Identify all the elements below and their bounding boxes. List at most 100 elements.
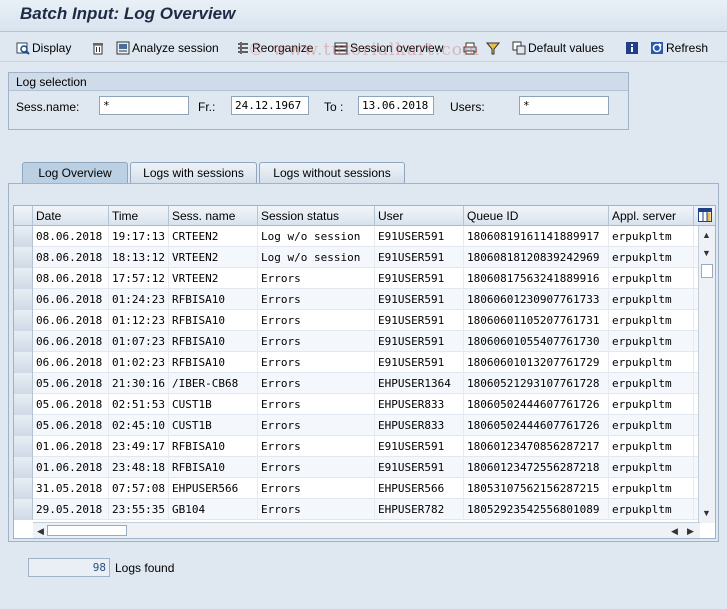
table-row[interactable]: 08.06.2018 19:17:13 CRTEEN2 Log w/o session…	[14, 226, 715, 247]
scroll-up-icon[interactable]: ▲	[699, 228, 714, 242]
sess-name-input[interactable]: *	[99, 96, 189, 115]
row-selector[interactable]	[14, 436, 33, 457]
column-header-user[interactable]: User	[375, 206, 464, 226]
row-selector[interactable]	[14, 373, 33, 394]
table-cell: EHPUSER833	[375, 415, 464, 436]
row-selector[interactable]	[14, 289, 33, 310]
table-cell: RFBISA10	[169, 352, 258, 373]
table-cell: erpukpltm	[609, 268, 694, 289]
to-date-input[interactable]: 13.06.2018	[358, 96, 434, 115]
table-row[interactable]: 05.06.2018 02:51:53 CUST1B Errors EHPUSER833…	[14, 394, 715, 415]
row-selector[interactable]	[14, 352, 33, 373]
row-selector[interactable]	[14, 394, 33, 415]
table-cell: 05.06.2018	[33, 373, 109, 394]
table-cell: EHPUSER833	[375, 394, 464, 415]
column-header-queue-id[interactable]: Queue ID	[464, 206, 609, 226]
table-cell: 01:24:23	[109, 289, 169, 310]
table-cell: Errors	[258, 457, 375, 478]
table-cell: 23:49:17	[109, 436, 169, 457]
refresh-button[interactable]: Refresh	[650, 38, 708, 57]
table-cell: CUST1B	[169, 415, 258, 436]
row-selector[interactable]	[14, 499, 33, 520]
table-cell: erpukpltm	[609, 499, 694, 520]
table-cell: 17:57:12	[109, 268, 169, 289]
horizontal-scroll-thumb[interactable]	[47, 525, 127, 536]
table-row[interactable]: 29.05.2018 23:55:35 GB104 Errors EHPUSER782 1…	[14, 499, 715, 520]
table-cell: erpukpltm	[609, 310, 694, 331]
table-row[interactable]: 01.06.2018 23:48:18 RFBISA10 Errors E91USER5…	[14, 457, 715, 478]
table-cell: 18060601230907761733	[464, 289, 609, 310]
column-header-date[interactable]: Date	[33, 206, 109, 226]
delete-button[interactable]	[91, 38, 107, 57]
table-cell: 18060521293107761728	[464, 373, 609, 394]
table-row[interactable]: 06.06.2018 01:12:23 RFBISA10 Errors E91USER5…	[14, 310, 715, 331]
scroll-right-icon[interactable]: ▶	[683, 524, 698, 538]
row-selector[interactable]	[14, 478, 33, 499]
users-input[interactable]: *	[519, 96, 609, 115]
table-cell: 06.06.2018	[33, 352, 109, 373]
table-row[interactable]: 06.06.2018 01:02:23 RFBISA10 Errors E91USER5…	[14, 352, 715, 373]
select-all-corner[interactable]	[14, 206, 33, 226]
table-row[interactable]: 05.06.2018 02:45:10 CUST1B Errors EHPUSER833…	[14, 415, 715, 436]
table-cell: Log w/o session	[258, 226, 375, 247]
row-selector[interactable]	[14, 310, 33, 331]
table-row[interactable]: 06.06.2018 01:24:23 RFBISA10 Errors E91USER5…	[14, 289, 715, 310]
table-cell: 18060601105207761731	[464, 310, 609, 331]
table-cell: 18060502444607761726	[464, 415, 609, 436]
vertical-scrollbar[interactable]: ▲ ▼ ▼	[698, 226, 715, 523]
table-cell: Errors	[258, 436, 375, 457]
layout-settings-button[interactable]	[694, 206, 715, 226]
row-selector[interactable]	[14, 247, 33, 268]
tab-logs-without-sessions[interactable]: Logs without sessions	[259, 162, 405, 183]
from-date-input[interactable]: 24.12.1967	[231, 96, 309, 115]
printer-icon	[463, 42, 477, 54]
row-selector[interactable]	[14, 415, 33, 436]
tab-log-overview[interactable]: Log Overview	[22, 162, 128, 184]
table-cell: 06.06.2018	[33, 289, 109, 310]
table-row[interactable]: 01.06.2018 23:49:17 RFBISA10 Errors E91USER5…	[14, 436, 715, 457]
row-selector[interactable]	[14, 331, 33, 352]
magnifier-icon	[16, 42, 30, 55]
info-icon	[626, 41, 638, 54]
scroll-left-step-icon[interactable]: ◀	[667, 524, 682, 538]
table-cell: CUST1B	[169, 394, 258, 415]
scroll-down-icon[interactable]: ▼	[699, 506, 714, 520]
table-row[interactable]: 31.05.2018 07:57:08 EHPUSER566 Errors EHPUSE…	[14, 478, 715, 499]
column-header-sess-name[interactable]: Sess. name	[169, 206, 258, 226]
table-cell: RFBISA10	[169, 331, 258, 352]
table-cell: 18060502444607761726	[464, 394, 609, 415]
vertical-scroll-thumb[interactable]	[701, 264, 713, 278]
table-row[interactable]: 05.06.2018 21:30:16/IBER-CB68 Errors EHPUSE…	[14, 373, 715, 394]
table-cell: Errors	[258, 478, 375, 499]
table-cell: 18060123472556287218	[464, 457, 609, 478]
display-button[interactable]: Display	[16, 38, 71, 57]
default-values-button[interactable]: Default values	[512, 38, 604, 57]
horizontal-scrollbar[interactable]: ◀ ◀ ▶	[33, 522, 700, 538]
info-button[interactable]	[625, 38, 641, 57]
column-header-session-status[interactable]: Session status	[258, 206, 375, 226]
table-cell: 18060601055407761730	[464, 331, 609, 352]
log-table: Date Time Sess. name Session status User…	[13, 205, 716, 539]
table-cell: RFBISA10	[169, 289, 258, 310]
table-row[interactable]: 08.06.2018 17:57:12 VRTEEN2 Errors E91USER59…	[14, 268, 715, 289]
filter-button[interactable]	[486, 38, 502, 57]
table-row[interactable]: 06.06.2018 01:07:23 RFBISA10 Errors E91USER5…	[14, 331, 715, 352]
row-selector[interactable]	[14, 226, 33, 247]
tab-logs-with-sessions[interactable]: Logs with sessions	[130, 162, 257, 183]
row-selector[interactable]	[14, 457, 33, 478]
scroll-left-icon[interactable]: ◀	[33, 524, 48, 538]
table-cell: E91USER591	[375, 436, 464, 457]
scroll-down-step-icon[interactable]: ▼	[699, 246, 714, 260]
refresh-icon	[651, 41, 663, 54]
table-cell: 02:51:53	[109, 394, 169, 415]
table-cell: 08.06.2018	[33, 226, 109, 247]
analyze-session-button[interactable]: Analyze session	[116, 38, 219, 57]
print-button[interactable]	[463, 38, 479, 57]
reorganize-button[interactable]: Reorganize	[236, 38, 313, 57]
row-selector[interactable]	[14, 268, 33, 289]
session-overview-button[interactable]: Session overview	[334, 38, 443, 57]
column-header-appl-server[interactable]: Appl. server	[609, 206, 694, 226]
table-cell: erpukpltm	[609, 478, 694, 499]
table-row[interactable]: 08.06.2018 18:13:12 VRTEEN2 Log w/o session…	[14, 247, 715, 268]
column-header-time[interactable]: Time	[109, 206, 169, 226]
